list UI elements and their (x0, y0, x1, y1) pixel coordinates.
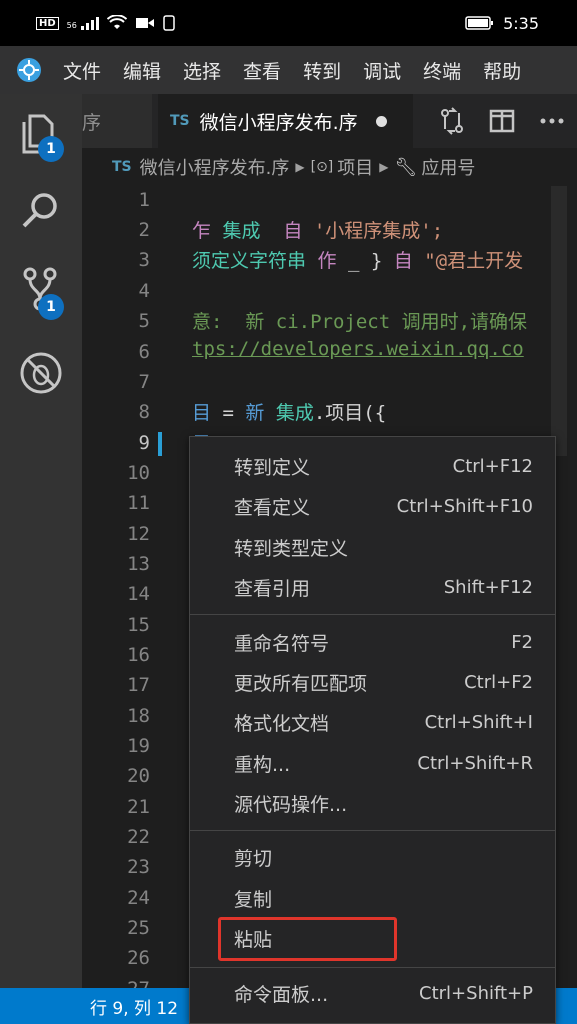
menu-peek-references[interactable]: 查看引用 Shift+F12 (190, 567, 555, 607)
menu-go[interactable]: 转到 (292, 57, 352, 84)
line-number: 6 (138, 341, 150, 363)
menu-source-action[interactable]: 源代码操作... (190, 783, 555, 823)
breadcrumb-ts-icon: TS (112, 159, 132, 175)
compare-changes-icon[interactable] (432, 101, 472, 141)
line-number: 27 (82, 978, 150, 988)
app-logo-icon (17, 58, 41, 82)
line-number: 1 (138, 189, 150, 211)
line-number: 22 (127, 826, 150, 848)
code-line-3: 须定义字符串 作 _ } 自 "@君土开发 (192, 250, 524, 272)
breadcrumb-symbol[interactable]: 项目 (337, 154, 373, 180)
menu-terminal[interactable]: 终端 (412, 57, 472, 84)
menu-format-document[interactable]: 格式化文档 Ctrl+Shift+I (190, 702, 555, 742)
menu-separator (190, 830, 555, 831)
line-number: 23 (127, 856, 150, 878)
tab-previous-label: 序 (82, 111, 102, 134)
line-number: 10 (127, 462, 150, 484)
code-line-2: 乍 集成 自 '小程序集成'; (192, 220, 444, 242)
menu-command-palette[interactable]: 命令面板... Ctrl+Shift+P (190, 973, 555, 1013)
menu-go-to-type-definition[interactable]: 转到类型定义 (190, 527, 555, 567)
paste-highlight-box (218, 917, 397, 961)
menu-debug[interactable]: 调试 (352, 57, 412, 84)
line-number: 9 (138, 432, 150, 454)
search-icon[interactable] (16, 186, 66, 236)
signal-icon: 56 (66, 16, 99, 30)
line-number: 14 (127, 583, 150, 605)
minimap[interactable] (551, 186, 567, 456)
code-line-6: tps://developers.weixin.qq.co (192, 338, 524, 360)
breadcrumb-file[interactable]: 微信小程序发布.序 (140, 154, 290, 180)
tab-previous[interactable]: 序 (82, 94, 152, 148)
line-number: 13 (127, 553, 150, 575)
line-number: 24 (127, 887, 150, 909)
menu-separator (190, 614, 555, 615)
menu-change-all-occurrences[interactable]: 更改所有匹配项 Ctrl+F2 (190, 662, 555, 702)
typescript-icon: TS (170, 113, 190, 129)
current-line-marker (158, 432, 162, 456)
line-number: 18 (127, 705, 150, 727)
chevron-right-icon: ▶ (295, 160, 305, 174)
line-number: 25 (127, 917, 150, 939)
tab-active[interactable]: TS 微信小程序发布.序 (158, 94, 413, 148)
menu-help[interactable]: 帮助 (472, 57, 532, 84)
debug-icon[interactable] (16, 348, 66, 398)
menu-copy[interactable]: 复制 (190, 878, 555, 918)
menu-view[interactable]: 查看 (232, 57, 292, 84)
breadcrumb-member[interactable]: 应用号 (421, 154, 475, 180)
explorer-badge: 1 (38, 136, 64, 162)
line-number: 20 (127, 765, 150, 787)
line-number: 12 (127, 523, 150, 545)
menu-refactor[interactable]: 重构... Ctrl+Shift+R (190, 743, 555, 783)
split-editor-icon[interactable] (482, 101, 522, 141)
network-type: 56 (66, 20, 77, 30)
line-number: 3 (138, 249, 150, 271)
phone-status-bar: HD 56 5:35 (0, 0, 577, 46)
line-number: 17 (127, 674, 150, 696)
scm-badge: 1 (38, 294, 64, 320)
cursor-position[interactable]: 行 9, 列 12 (90, 994, 178, 1019)
line-number: 15 (127, 614, 150, 636)
sim-icon (163, 15, 175, 31)
tab-bar: 序 TS 微信小程序发布.序 (82, 94, 577, 148)
menu-peek-definition[interactable]: 查看定义 Ctrl+Shift+F10 (190, 486, 555, 526)
wrench-icon: 🔧︎ (394, 156, 418, 178)
code-line-5: 意: 新 ci.Project 调用时,请确保 (192, 311, 528, 333)
menu-separator (190, 967, 555, 968)
menu-go-to-definition[interactable]: 转到定义 Ctrl+F12 (190, 446, 555, 486)
menu-rename-symbol[interactable]: 重命名符号 F2 (190, 622, 555, 662)
line-number: 5 (138, 310, 150, 332)
clock: 5:35 (503, 13, 539, 33)
line-number: 11 (127, 492, 150, 514)
menu-selection[interactable]: 选择 (172, 57, 232, 84)
line-number: 2 (138, 219, 150, 241)
line-number: 16 (127, 644, 150, 666)
line-number: 19 (127, 735, 150, 757)
chevron-right-icon: ▶ (379, 160, 389, 174)
line-number: 7 (138, 371, 150, 393)
menu-edit[interactable]: 编辑 (112, 57, 172, 84)
tab-active-title: 微信小程序发布.序 (199, 111, 358, 134)
breadcrumb: TS 微信小程序发布.序 ▶ [⊙] 项目 ▶ 🔧︎ 应用号 (82, 148, 577, 186)
battery-icon (465, 16, 494, 30)
video-icon (135, 18, 154, 28)
line-number: 8 (138, 401, 150, 423)
line-number: 4 (138, 280, 150, 302)
code-line-8: 目 = 新 集成.项目({ (192, 402, 387, 424)
menu-bar: 文件 编辑 选择 查看 转到 调试 终端 帮助 (0, 46, 577, 94)
more-actions-icon[interactable] (532, 101, 572, 141)
wifi-icon (106, 15, 127, 29)
line-number: 26 (127, 947, 150, 969)
activity-bar: 1 1 (0, 94, 82, 988)
menu-file[interactable]: 文件 (52, 57, 112, 84)
line-number: 21 (127, 796, 150, 818)
hd-indicator: HD (36, 16, 59, 30)
menu-cut[interactable]: 剪切 (190, 837, 555, 877)
variable-icon: [⊙] (310, 159, 334, 175)
unsaved-dot-icon[interactable] (375, 115, 387, 127)
